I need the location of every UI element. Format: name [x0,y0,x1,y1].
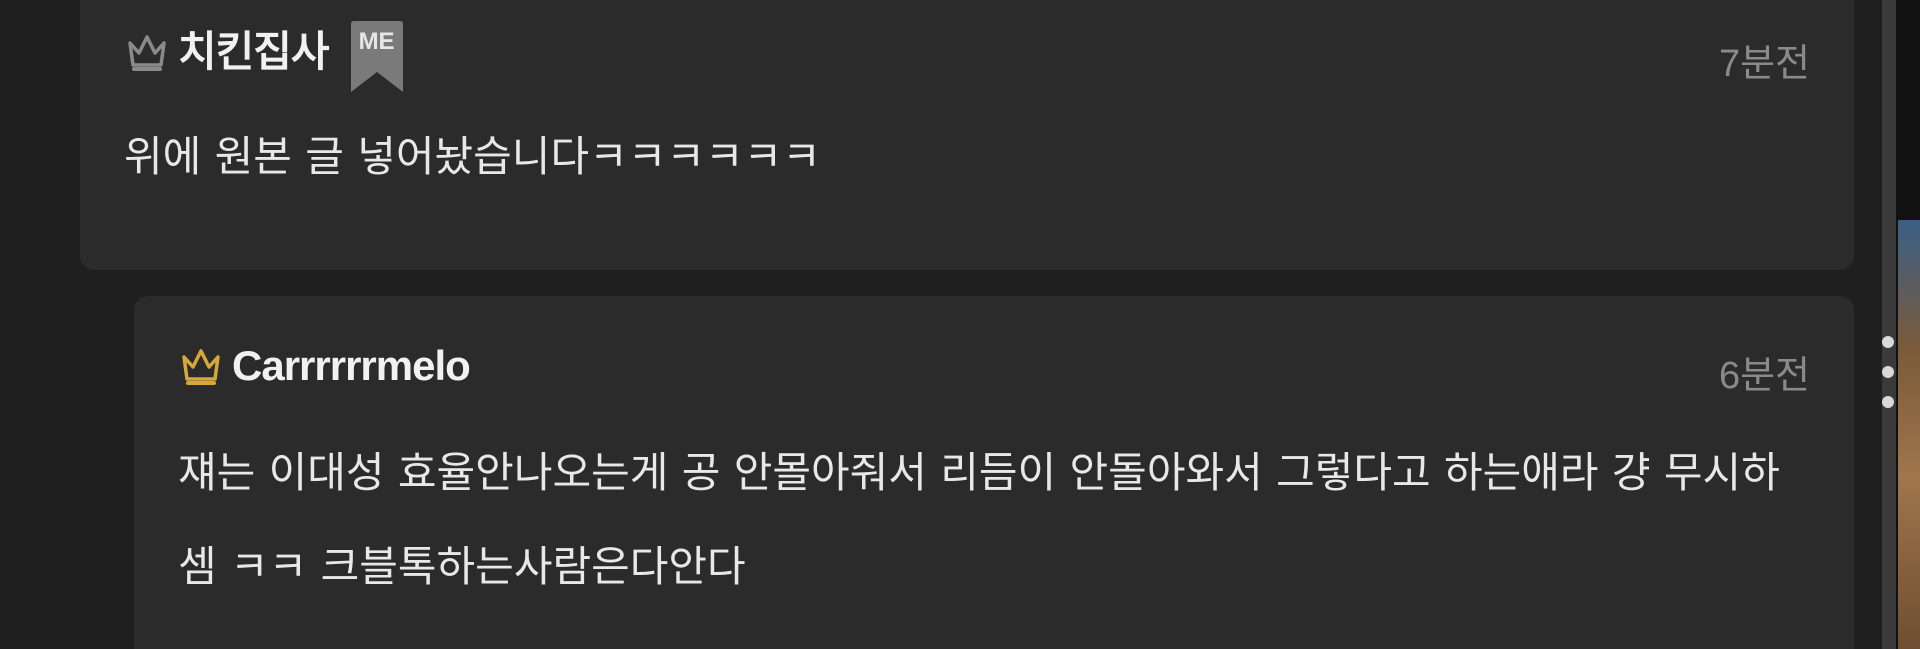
comment-time: 6분전 [1718,355,1810,397]
more-dots-icon[interactable] [1878,336,1898,426]
comment-author[interactable]: Carrrrrrmelo [232,338,471,394]
comment-header: Carrrrrrmelo [178,338,471,394]
comment-card: 치킨집사 ME 7분전 위에 원본 글 넣어놨습니다ㅋㅋㅋㅋㅋㅋ [80,0,1854,270]
comment-thread: 치킨집사 ME 7분전 위에 원본 글 넣어놨습니다ㅋㅋㅋㅋㅋㅋ Carrrrr… [0,0,1920,649]
comment-text: 위에 원본 글 넣어놨습니다ㅋㅋㅋㅋㅋㅋ [124,132,821,181]
crown-icon [182,349,220,385]
crown-icon [128,35,166,71]
comment-text: 쟤는 이대성 효율안나오는게 공 안몰아줘서 리듬이 안돌아와서 그렇다고 하는… [178,448,1780,591]
me-badge: ME [349,20,405,94]
comment-card: Carrrrrrmelo 6분전 쟤는 이대성 효율안나오는게 공 안몰아줘서 … [134,296,1854,649]
background-photo [1898,220,1920,649]
comment-header: 치킨집사 ME [124,21,405,92]
comment-time: 7분전 [1718,43,1810,85]
comment-author[interactable]: 치킨집사 [178,24,330,80]
scrollbar[interactable] [1882,0,1896,649]
